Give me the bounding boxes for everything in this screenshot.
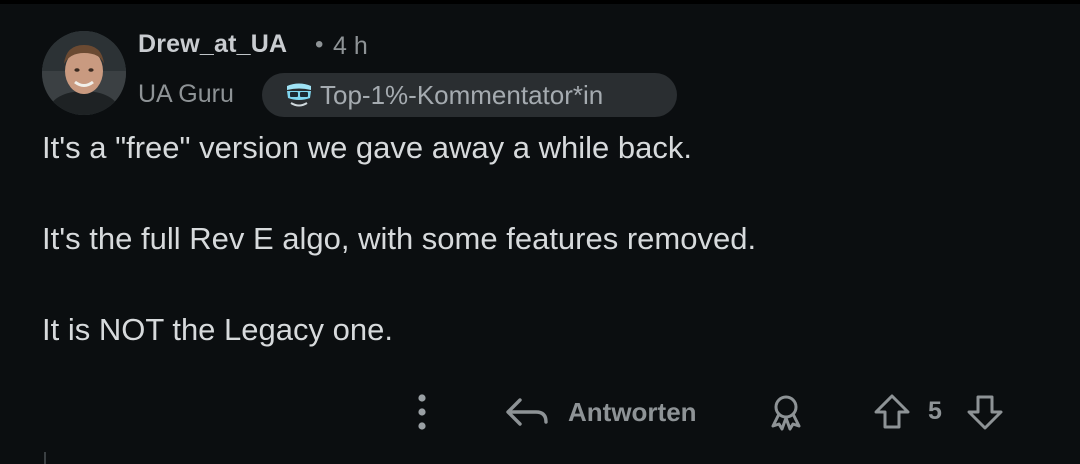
downvote-arrow-icon (967, 395, 1003, 430)
badge-label: Top-1%-Kommentator*in (320, 79, 604, 110)
top-divider (0, 0, 1080, 4)
reply-button[interactable]: Antworten (502, 390, 697, 434)
top-commenter-badge[interactable]: Top-1%-Kommentator*in (262, 73, 677, 117)
avatar-image (42, 31, 126, 115)
comment-paragraph: It is NOT the Legacy one. (42, 312, 393, 347)
comment-card: Drew_at_UA • 4 h UA Guru Top-1%-Kommenta… (0, 0, 1080, 464)
vote-score: 5 (928, 397, 942, 425)
top-commenter-badge-icon (282, 78, 316, 112)
comment-paragraph: It's a "free" version we gave away a whi… (42, 130, 692, 165)
reply-label: Antworten (568, 396, 697, 427)
meta-separator: • (315, 31, 324, 58)
upvote-button[interactable] (870, 392, 914, 432)
thread-line (44, 452, 46, 464)
award-icon (771, 395, 801, 431)
upvote-arrow-icon (874, 394, 910, 429)
comment-timestamp: 4 h (333, 32, 368, 60)
reply-arrow-icon (506, 398, 548, 426)
comment-action-bar: Antworten 5 (0, 380, 1080, 444)
user-flair: UA Guru (138, 80, 234, 108)
more-options-button[interactable] (408, 390, 436, 434)
award-button[interactable] (766, 392, 806, 432)
author-username[interactable]: Drew_at_UA (138, 30, 287, 59)
comment-paragraph: It's the full Rev E algo, with some feat… (42, 221, 757, 256)
more-vertical-icon (418, 394, 426, 430)
avatar[interactable] (42, 31, 126, 115)
downvote-button[interactable] (963, 392, 1007, 432)
